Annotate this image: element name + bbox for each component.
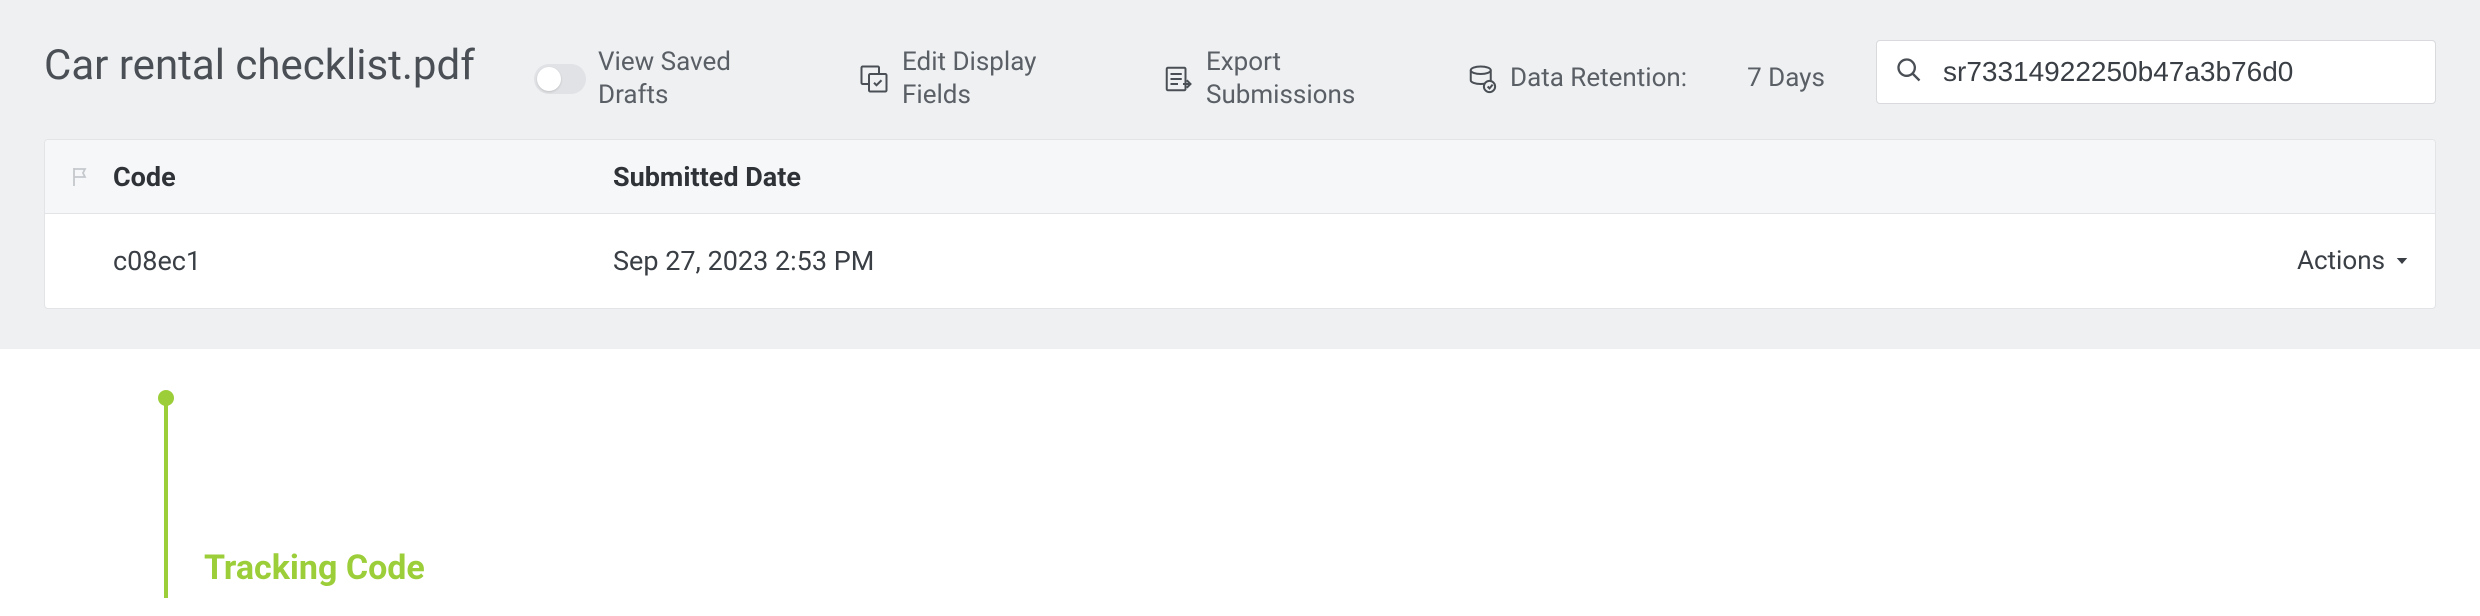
header-row: Car rental checklist.pdf View Saved Draf… [44, 40, 2436, 111]
search-input[interactable] [1943, 56, 2417, 88]
search-icon [1895, 56, 1923, 88]
flag-column-header [69, 165, 113, 189]
data-retention-label: Data Retention: [1510, 62, 1687, 95]
edit-display-fields-button[interactable]: Edit Display Fields [858, 46, 1102, 111]
data-retention-item[interactable]: Data Retention: [1466, 62, 1687, 95]
flag-icon [69, 165, 93, 189]
actions-label: Actions [2297, 246, 2385, 276]
code-column-header[interactable]: Code [113, 161, 613, 193]
annotation-line [164, 398, 168, 598]
edit-display-fields-label: Edit Display Fields [902, 46, 1102, 111]
row-actions-menu[interactable]: Actions [2297, 246, 2411, 276]
toggle-switch[interactable] [534, 64, 586, 94]
toolbar: View Saved Drafts Edit Display Fields [534, 40, 1825, 111]
export-icon [1162, 63, 1194, 95]
submissions-table: Code Submitted Date c08ec1 Sep 27, 2023 … [44, 139, 2436, 309]
database-icon [1466, 63, 1498, 95]
caret-down-icon [2393, 252, 2411, 270]
export-submissions-label: Export Submissions [1206, 46, 1406, 111]
annotation-dot [158, 390, 174, 406]
page-title: Car rental checklist.pdf [44, 40, 484, 93]
export-submissions-button[interactable]: Export Submissions [1162, 46, 1406, 111]
search-box[interactable] [1876, 40, 2436, 104]
table-header-row: Code Submitted Date [45, 140, 2435, 214]
data-retention-value: 7 Days [1747, 62, 1825, 95]
row-code-cell: c08ec1 [113, 245, 613, 277]
view-saved-drafts-toggle[interactable]: View Saved Drafts [534, 46, 798, 111]
top-panel: Car rental checklist.pdf View Saved Draf… [0, 0, 2480, 349]
table-row[interactable]: c08ec1 Sep 27, 2023 2:53 PM Actions [45, 214, 2435, 308]
annotation-label: Tracking Code [204, 548, 425, 588]
submitted-date-column-header[interactable]: Submitted Date [613, 161, 2411, 193]
row-date-cell: Sep 27, 2023 2:53 PM [613, 245, 2297, 277]
view-saved-drafts-label: View Saved Drafts [598, 46, 798, 111]
edit-fields-icon [858, 63, 890, 95]
toggle-knob [537, 67, 561, 91]
